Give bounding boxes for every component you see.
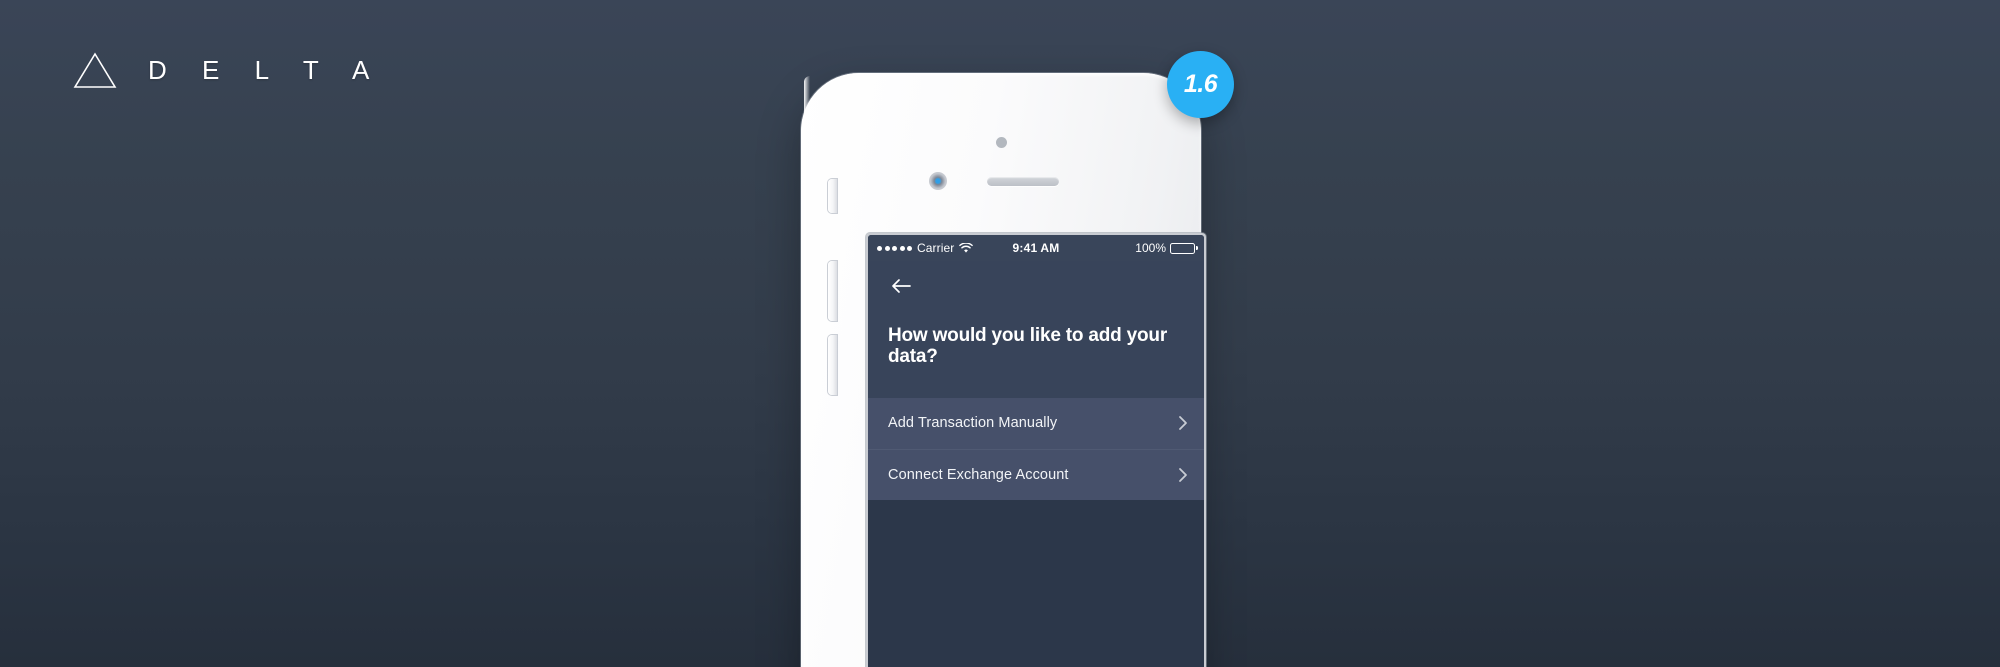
volume-up-button[interactable]: [828, 261, 837, 321]
version-badge: 1.6: [1167, 51, 1234, 118]
status-bar: Carrier 9:41 AM 100%: [868, 235, 1204, 261]
chevron-right-icon: [1179, 416, 1187, 430]
phone-body: Carrier 9:41 AM 100% How would you like …: [801, 73, 1206, 667]
status-bar-right: 100%: [1059, 241, 1195, 255]
signal-strength-icon: [877, 245, 912, 251]
battery-percent-label: 100%: [1135, 241, 1166, 255]
volume-down-button[interactable]: [828, 335, 837, 395]
mute-switch[interactable]: [828, 179, 837, 213]
list-item-add-transaction-manually[interactable]: Add Transaction Manually: [868, 397, 1204, 449]
list-item-label: Add Transaction Manually: [888, 415, 1058, 432]
earpiece-speaker-icon: [987, 177, 1059, 186]
wifi-icon: [959, 242, 974, 253]
status-bar-left: Carrier: [877, 241, 1013, 255]
list-item-label: Connect Exchange Account: [888, 466, 1069, 483]
list-empty-area: [868, 499, 1204, 667]
brand-wordmark: D E L T A: [148, 55, 384, 85]
promo-canvas: D E L T A Carrier 9:41 AM 100% How would…: [0, 0, 2000, 667]
delta-triangle-icon: [73, 52, 117, 88]
carrier-label: Carrier: [917, 241, 955, 255]
list-item-connect-exchange-account[interactable]: Connect Exchange Account: [868, 448, 1204, 500]
chevron-right-icon: [1179, 467, 1187, 482]
phone-screen: Carrier 9:41 AM 100% How would you like …: [868, 235, 1204, 667]
proximity-sensor-icon: [995, 137, 1007, 148]
page-title: How would you like to add your data?: [888, 325, 1168, 368]
brand-logo: D E L T A: [72, 48, 383, 92]
status-bar-time: 9:41 AM: [1012, 241, 1060, 255]
battery-full-icon: [1170, 242, 1195, 254]
app-header: How would you like to add your data?: [868, 261, 1204, 398]
options-list: Add Transaction Manually Connect Exchang…: [868, 397, 1204, 667]
arrow-left-icon[interactable]: [888, 273, 914, 299]
phone-mockup: Carrier 9:41 AM 100% How would you like …: [766, 73, 1234, 667]
screen-bezel: Carrier 9:41 AM 100% How would you like …: [866, 233, 1206, 667]
version-badge-label: 1.6: [1183, 70, 1218, 98]
front-camera-icon: [929, 172, 947, 190]
